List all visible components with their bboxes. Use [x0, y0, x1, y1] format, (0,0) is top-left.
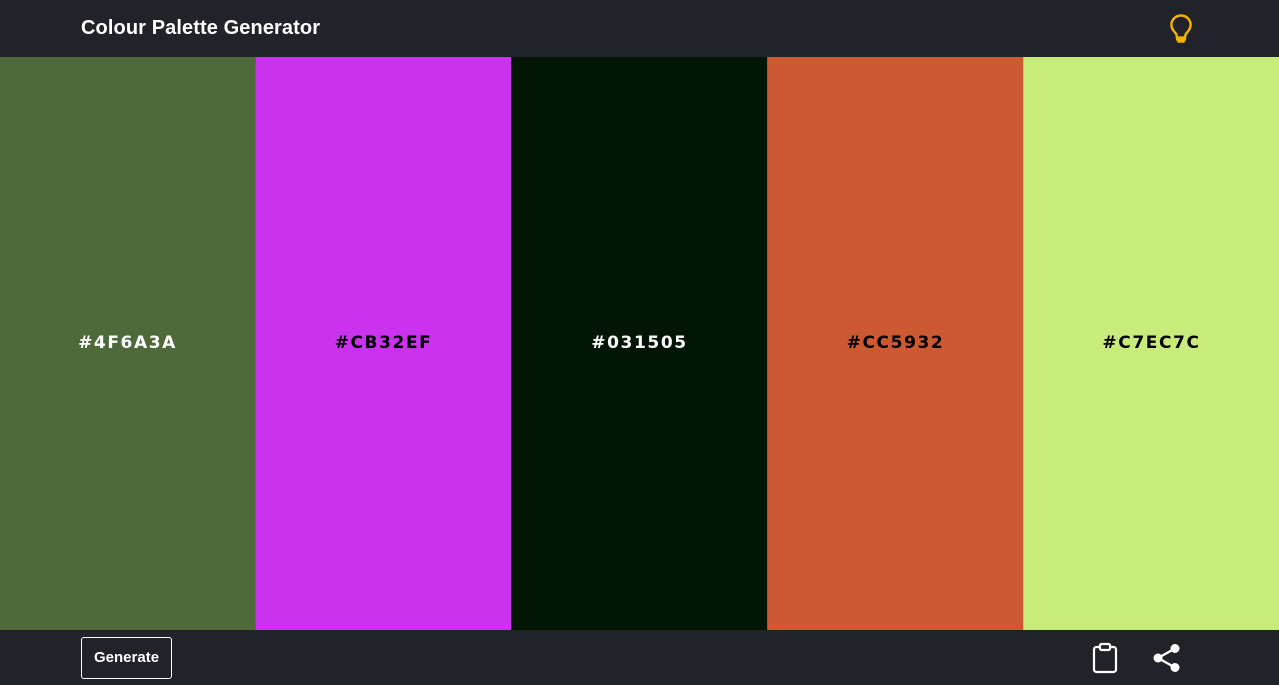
color-swatch[interactable]: #C7EC7C: [1023, 57, 1279, 630]
hex-code-label: #4F6A3A: [78, 332, 177, 353]
clipboard-icon[interactable]: [1089, 641, 1121, 675]
top-bar: Colour Palette Generator: [0, 0, 1279, 57]
color-swatch[interactable]: #031505: [511, 57, 767, 630]
hex-code-label: #CC5932: [846, 332, 945, 353]
app-title: Colour Palette Generator: [81, 17, 321, 39]
hex-code-label: #C7EC7C: [1102, 332, 1201, 353]
action-group: [1089, 641, 1183, 675]
color-swatch[interactable]: #4F6A3A: [0, 57, 255, 630]
lightbulb-icon[interactable]: [1167, 13, 1195, 45]
generate-button[interactable]: Generate: [81, 636, 173, 679]
hex-code-label: #CB32EF: [334, 332, 433, 353]
palette: #4F6A3A #CB32EF #031505 #CC5932 #C7EC7C: [0, 57, 1279, 630]
hex-code-label: #031505: [591, 332, 688, 353]
app-window: Colour Palette Generator #4F6A3A #CB32EF…: [0, 0, 1279, 685]
share-icon[interactable]: [1151, 641, 1183, 675]
color-swatch[interactable]: #CC5932: [767, 57, 1023, 630]
color-swatch[interactable]: #CB32EF: [255, 57, 511, 630]
bottom-bar: Generate: [0, 630, 1279, 685]
